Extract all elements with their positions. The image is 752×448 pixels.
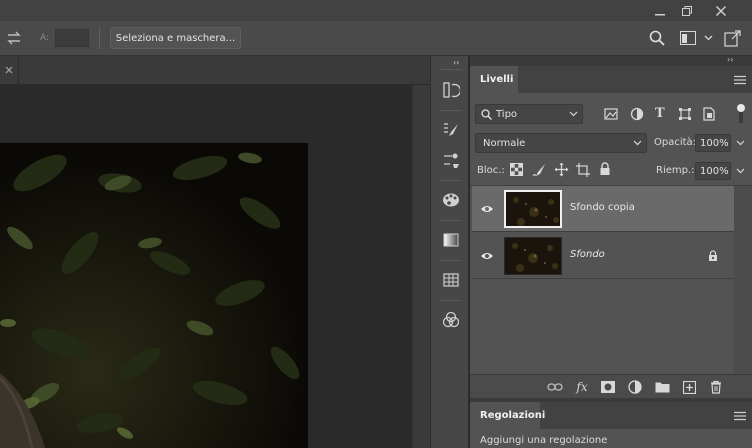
tab-adjustments[interactable]: Regolazioni — [470, 402, 545, 429]
layer-name[interactable]: Sfondo copia — [570, 202, 635, 213]
blend-mode-select[interactable]: Normale — [475, 133, 647, 153]
panel-menu-icon[interactable] — [734, 411, 746, 421]
eye-icon[interactable] — [480, 204, 494, 214]
fill-dropdown[interactable] — [733, 162, 747, 180]
search-icon[interactable] — [649, 30, 665, 46]
panel-icon-strip: ‹‹ — [430, 56, 469, 448]
layer-row[interactable]: Sfondo copia — [472, 186, 734, 232]
divider — [99, 27, 100, 49]
a-field[interactable] — [55, 29, 89, 47]
close-button[interactable] — [705, 0, 737, 21]
delete-icon[interactable] — [708, 379, 724, 395]
swatches-icon[interactable] — [439, 188, 463, 212]
document-tab-bar — [0, 56, 430, 85]
adjustment-layer-icon[interactable] — [627, 379, 643, 395]
filter-type-icon[interactable]: T — [655, 106, 665, 121]
layer-row[interactable]: Sfondo — [472, 233, 734, 279]
opacity-dropdown[interactable] — [733, 134, 747, 152]
link-layers-icon[interactable] — [547, 379, 563, 395]
lock-position-icon[interactable] — [554, 162, 569, 177]
layer-name[interactable]: Sfondo — [570, 249, 605, 260]
filter-kind-value: Tipo — [496, 108, 518, 120]
canvas-image[interactable] — [0, 143, 308, 448]
chevron-down-icon — [633, 140, 642, 146]
close-icon — [715, 5, 727, 16]
title-bar — [0, 0, 752, 21]
filter-shape-icon[interactable] — [678, 107, 692, 121]
canvas-scrollbar[interactable] — [412, 85, 430, 448]
workspace-icon[interactable] — [680, 31, 696, 45]
filter-adjustment-icon[interactable] — [630, 107, 644, 121]
chevron-down-icon — [569, 111, 578, 117]
brush-settings-icon[interactable] — [439, 118, 463, 142]
brushes-icon[interactable] — [439, 148, 463, 172]
expand-icon[interactable]: ›› — [727, 55, 733, 64]
fill-input[interactable]: 100% — [695, 162, 731, 180]
swap-icon[interactable] — [6, 30, 22, 46]
layers-scrollbar[interactable] — [734, 186, 752, 374]
options-bar: A: Seleziona e maschera... — [0, 21, 752, 56]
fill-value: 100% — [700, 165, 729, 177]
layers-bottom-bar: fx — [470, 374, 752, 398]
tab-layers[interactable]: Livelli — [470, 66, 518, 93]
select-and-mask-button[interactable]: Seleziona e maschera... — [110, 27, 241, 49]
adjustments-tab-bar: Regolazioni — [470, 402, 752, 429]
lock-transparent-icon[interactable] — [510, 163, 523, 176]
layer-thumbnail — [504, 190, 562, 228]
lock-pixels-icon[interactable] — [532, 163, 546, 177]
chevron-down-icon — [736, 168, 744, 174]
filter-toggle[interactable] — [737, 103, 745, 123]
lock-icon — [709, 250, 717, 261]
gradients-icon[interactable] — [439, 228, 463, 252]
share-icon[interactable] — [724, 29, 742, 47]
color-channels-icon[interactable] — [439, 308, 463, 332]
chevron-down-icon — [736, 140, 744, 146]
add-mask-icon[interactable] — [600, 379, 616, 395]
adjustments-hint: Aggiungi una regolazione — [480, 435, 608, 446]
panel-menu-icon[interactable] — [734, 75, 746, 85]
chevron-down-icon[interactable] — [704, 35, 713, 41]
filter-smartobject-icon[interactable] — [702, 107, 716, 121]
opacity-label: Opacità: — [654, 137, 697, 148]
anti-alias-label: A: — [40, 33, 50, 43]
collapse-icon[interactable]: ‹‹ — [453, 58, 459, 67]
history-icon[interactable] — [439, 78, 463, 102]
filter-pixel-icon[interactable] — [604, 107, 618, 121]
new-layer-icon[interactable] — [681, 379, 697, 395]
lock-all-icon[interactable] — [599, 162, 611, 176]
layer-filter-select[interactable]: Tipo — [475, 104, 583, 124]
blend-mode-value: Normale — [483, 137, 526, 149]
fill-label: Riemp.: — [656, 165, 695, 176]
opacity-value: 100% — [700, 137, 729, 149]
opacity-input[interactable]: 100% — [695, 134, 731, 152]
foliage-photo — [0, 143, 308, 448]
lock-label: Bloc.: — [477, 165, 505, 176]
layer-thumbnail — [504, 237, 562, 275]
lock-artboard-icon[interactable] — [576, 163, 590, 177]
search-icon — [481, 109, 492, 120]
folder-icon[interactable] — [654, 379, 670, 395]
fx-icon[interactable]: fx — [574, 379, 590, 395]
table-icon[interactable] — [439, 268, 463, 292]
layers-tab-bar: Livelli — [470, 66, 752, 93]
restore-icon — [682, 5, 692, 16]
restore-button[interactable] — [671, 0, 703, 21]
minimize-icon — [655, 13, 665, 15]
eye-icon[interactable] — [480, 251, 494, 261]
close-tab-icon[interactable] — [4, 65, 14, 75]
